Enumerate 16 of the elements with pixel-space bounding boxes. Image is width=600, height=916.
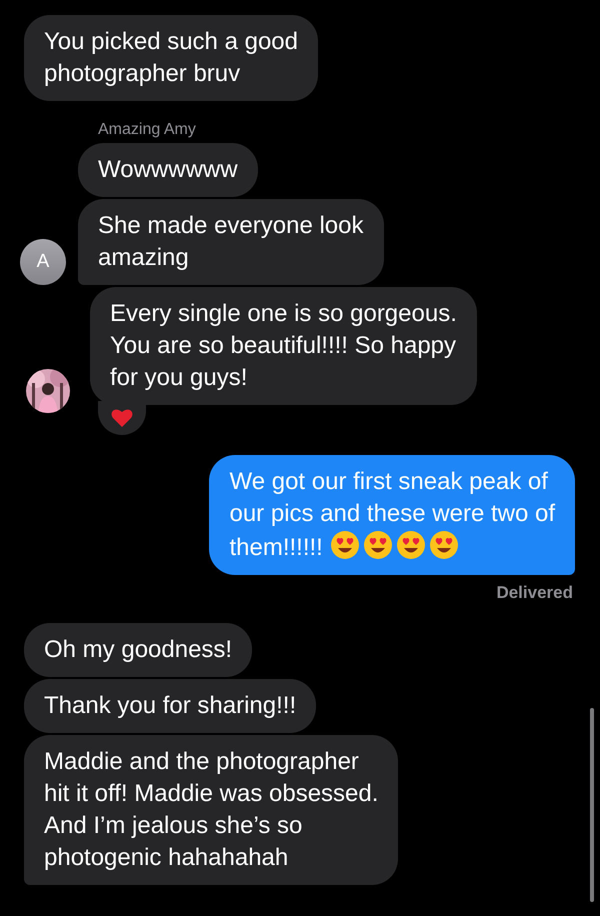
message-bubble[interactable]: She made everyone look amazing — [78, 199, 384, 285]
heart-eyes-emoji-icon — [362, 530, 393, 560]
heart-eyes-emoji-icon — [330, 530, 360, 560]
sender-name: Amazing Amy — [98, 121, 196, 139]
message-bubble[interactable]: Maddie and the photographer hit it off! Maddie was obsessed. And I’m jealous she’s so photogenic hahahahah — [24, 735, 398, 885]
message-bubble[interactable]: You picked such a good photographer bruv — [24, 15, 318, 101]
message-bubble[interactable]: We got our first sneak peak of our pics and these were two of them!!!!!! — [209, 455, 575, 575]
reaction-badge[interactable] — [98, 401, 146, 435]
delivery-status: Delivered — [496, 583, 573, 603]
message-bubble[interactable]: Wowwwwww — [78, 143, 258, 197]
heart-eyes-emoji-icon — [428, 530, 459, 560]
message-bubble[interactable]: Thank you for sharing!!! — [24, 679, 316, 733]
message-bubble[interactable]: Oh my goodness! — [24, 623, 252, 677]
heart-eyes-emoji-icon — [396, 530, 426, 560]
message-bubble[interactable]: Every single one is so gorgeous. You are so beautiful!!!! So happy for you guys! — [90, 287, 477, 405]
heart-icon — [111, 408, 133, 428]
